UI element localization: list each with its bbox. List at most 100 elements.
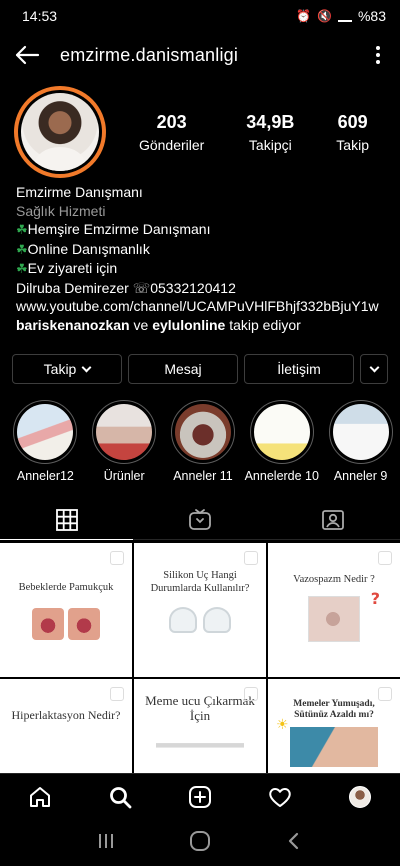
- stat-posts-label: Gönderiler: [138, 136, 205, 153]
- highlight-cover: [174, 404, 231, 460]
- highlight-label: Anneler12: [16, 469, 74, 483]
- bio-contact: Dilruba Demirezer ☏05332120412: [16, 279, 392, 298]
- avatar-border: [18, 90, 102, 174]
- signal-icon: [337, 11, 352, 22]
- highlight-item[interactable]: Ürünler: [85, 400, 164, 484]
- nav-search[interactable]: [100, 777, 140, 817]
- post-title: Vazospazm Nedir ?: [293, 574, 375, 585]
- highlight-cover: [332, 404, 389, 460]
- clover-icon: ☘: [16, 261, 28, 276]
- home-icon: [30, 786, 50, 807]
- system-navigation: [0, 820, 400, 866]
- profile-category[interactable]: Sağlık Hizmeti: [16, 202, 392, 221]
- highlight-cover: [17, 404, 74, 460]
- followed-by-connector: ve: [129, 316, 153, 333]
- avatar-photo: [21, 93, 99, 171]
- bio-line-text: Hemşire Emzirme Danışmanı: [27, 221, 211, 237]
- bottom-navigation: [0, 773, 400, 819]
- tab-grid[interactable]: [0, 500, 134, 540]
- nav-profile[interactable]: [340, 777, 380, 817]
- highlight-cover: [253, 404, 310, 460]
- post-title: Bebeklerde Pamukçuk: [18, 582, 114, 593]
- profile-avatar-small: [349, 785, 371, 808]
- highlight-label: Anneler 11: [173, 469, 233, 483]
- highlight-cover: [96, 404, 153, 460]
- image-part: [68, 608, 100, 640]
- post-thumbnail[interactable]: Meme ucu Çıkarmak İçin: [134, 679, 266, 773]
- follow-label: Takip: [43, 361, 77, 377]
- profile-name: Emzirme Danışmanı: [16, 184, 143, 200]
- stat-followers[interactable]: 34,9B Takipçi: [246, 112, 294, 153]
- contact-name: Dilruba Demirezer: [16, 279, 129, 296]
- tab-tagged[interactable]: [267, 500, 400, 539]
- contact-phone[interactable]: 05332120412: [150, 280, 236, 296]
- highlight-label: Annelerde 10: [244, 469, 319, 483]
- highlight-item[interactable]: Anneler 11: [164, 400, 243, 484]
- post-thumbnail[interactable]: ☀ Memeler Yumuşadı, Sütünüz Azaldı mı?: [268, 679, 400, 773]
- reel-icon: [110, 551, 124, 565]
- message-button[interactable]: Mesaj: [128, 354, 238, 384]
- suggested-accounts-button[interactable]: [360, 354, 388, 384]
- stat-posts[interactable]: 203 Gönderiler: [139, 112, 204, 153]
- status-bar: 14:53 ⏰ 🔇 %83: [0, 0, 400, 32]
- profile-stats: 203 Gönderiler 34,9B Takipçi 609 Takip: [106, 112, 390, 153]
- recents-icon: [99, 833, 114, 848]
- post-title: Silikon Uç Hangi Durumlarda Kullanılır?: [150, 570, 250, 594]
- bio-line: ☘Ev ziyareti için: [16, 259, 392, 279]
- grid-icon: [55, 508, 78, 531]
- post-image: [308, 596, 360, 642]
- back-nav-button[interactable]: [284, 831, 304, 856]
- back-chevron-icon: [288, 832, 298, 849]
- nav-activity[interactable]: [260, 777, 300, 817]
- followed-by[interactable]: bariskenanozkan ve eylulonline takip edi…: [16, 316, 392, 335]
- tagged-icon: [322, 509, 345, 530]
- contact-label: İletişim: [277, 361, 321, 377]
- question-icon: ?: [370, 589, 380, 608]
- post-image: [32, 608, 100, 640]
- nav-home[interactable]: [20, 777, 60, 817]
- status-time: 14:53: [22, 8, 58, 24]
- followed-by-suffix: takip ediyor: [225, 316, 301, 333]
- highlight-ring: [13, 400, 78, 464]
- highlight-ring: [170, 400, 235, 464]
- followed-by-user[interactable]: bariskenanozkan: [16, 317, 130, 333]
- image-part: [169, 607, 197, 633]
- reel-icon: [378, 551, 392, 565]
- bio-line-text: Online Danışmanlık: [27, 240, 150, 257]
- profile-tabs: [0, 500, 400, 540]
- post-image: [169, 607, 231, 633]
- contact-button[interactable]: İletişim: [244, 354, 354, 384]
- chevron-down-icon: [81, 362, 92, 372]
- chevron-down-icon: [369, 362, 379, 372]
- followed-by-user[interactable]: eylulonline: [152, 317, 225, 333]
- post-thumbnail[interactable]: Bebeklerde Pamukçuk: [0, 543, 132, 677]
- stat-following[interactable]: 609 Takip: [336, 112, 369, 153]
- image-part: [203, 607, 231, 633]
- post-thumbnail[interactable]: Vazospazm Nedir ? ?: [268, 543, 400, 677]
- back-button[interactable]: [12, 40, 42, 70]
- highlight-item[interactable]: Anneler 9: [321, 400, 400, 484]
- highlight-item[interactable]: Annelerde 10: [242, 400, 321, 484]
- reel-icon: [244, 551, 258, 565]
- recent-apps-button[interactable]: [96, 831, 116, 856]
- follow-button[interactable]: Takip: [12, 354, 122, 384]
- more-options-button[interactable]: [368, 40, 388, 70]
- reel-icon: [244, 687, 258, 701]
- highlight-label: Anneler 9: [333, 469, 388, 483]
- tab-igtv[interactable]: [133, 500, 266, 539]
- igtv-icon: [189, 508, 211, 530]
- post-thumbnail[interactable]: Hiperlaktasyon Nedir?: [0, 679, 132, 773]
- clover-icon: ☘: [16, 241, 28, 257]
- profile-website[interactable]: www.youtube.com/channel/UCAMPuVHlFBhjf33…: [16, 297, 392, 316]
- stat-followers-count: 34,9B: [246, 111, 295, 132]
- heart-icon: [269, 787, 291, 807]
- profile-avatar[interactable]: [14, 86, 106, 178]
- nav-create[interactable]: [180, 777, 220, 817]
- profile-header: emzirme.danismanligi: [0, 34, 400, 76]
- profile-username: emzirme.danismanligi: [60, 44, 239, 65]
- bio-line: ☘Hemşire Emzirme Danışmanı: [16, 220, 392, 240]
- home-button[interactable]: [189, 830, 211, 857]
- highlight-item[interactable]: Anneler12: [6, 400, 85, 484]
- stat-following-count: 609: [337, 111, 368, 132]
- post-thumbnail[interactable]: Silikon Uç Hangi Durumlarda Kullanılır?: [134, 543, 266, 677]
